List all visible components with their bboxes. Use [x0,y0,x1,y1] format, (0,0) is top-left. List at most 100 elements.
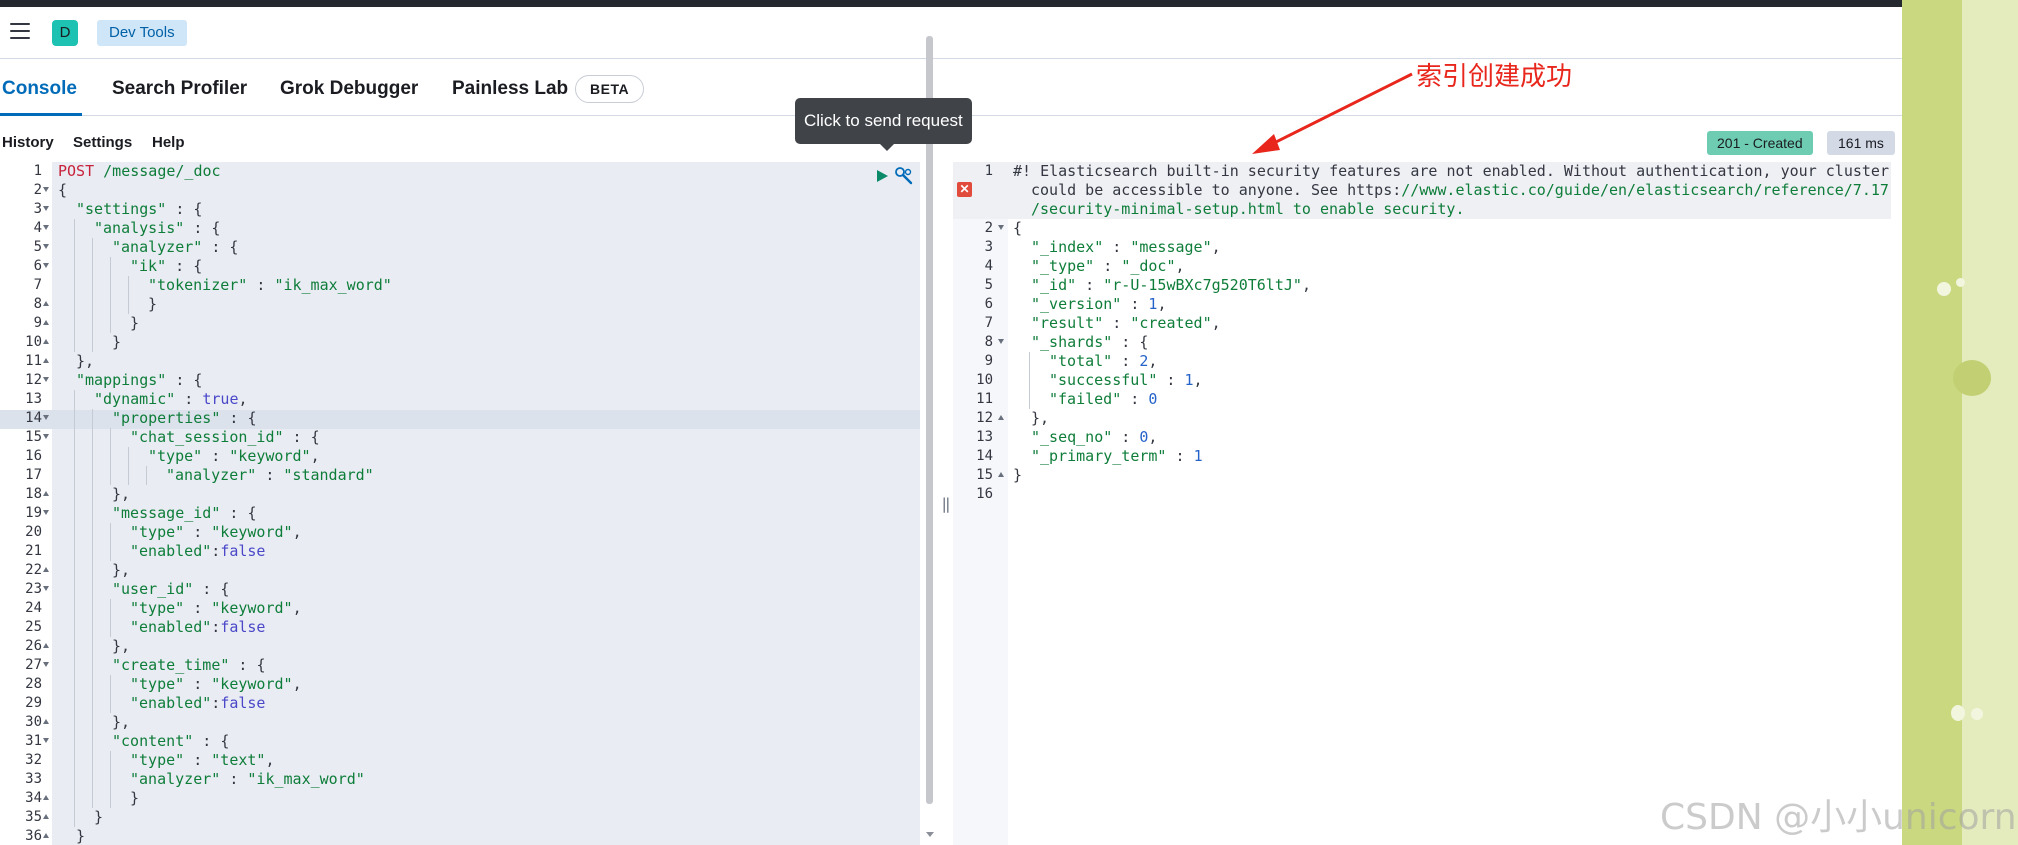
line-number: 4 [33,220,42,236]
code-line: 22}, [0,561,920,580]
code-token: "enabled" [130,542,212,560]
tab-grok-debugger[interactable]: Grok Debugger [280,78,418,100]
fold-toggle-icon[interactable] [43,510,49,515]
fold-toggle-icon[interactable] [43,415,49,420]
line-number: 11 [25,353,42,369]
fold-toggle-icon[interactable] [43,434,49,439]
help-link[interactable]: Help [152,134,185,151]
history-link[interactable]: History [2,134,54,151]
code-token: : { [184,219,221,237]
indent-guide [1029,390,1030,409]
code-token: : [184,675,212,693]
code-text: } [130,314,139,333]
code-token: "type" [130,599,185,617]
line-number: 13 [976,429,993,445]
fold-toggle-icon[interactable] [43,244,49,249]
fold-toggle-icon[interactable] [43,662,49,667]
code-line: 12 "mappings" : { [0,371,920,390]
indent-guide [110,257,111,276]
line-number: 8 [984,334,993,350]
indent-guide [92,238,93,257]
line-number: 30 [25,714,42,730]
code-token: "chat_session_id" [130,428,284,446]
indent-guide [110,751,111,770]
code-line: 3 "_index" : "message", [953,238,1891,257]
space-avatar[interactable]: D [52,20,78,46]
code-line: 15 "chat_session_id" : { [0,428,920,447]
decor-dot [1951,705,1965,721]
fold-end-icon[interactable] [43,339,49,344]
request-scrollbar[interactable] [926,36,933,804]
code-token: , [292,523,302,541]
fold-toggle-icon[interactable] [43,377,49,382]
breadcrumb[interactable]: Dev Tools [97,20,187,46]
tab-console[interactable]: Console [2,78,77,100]
code-text: "successful" : 1, [1049,371,1203,390]
fold-end-icon[interactable] [43,719,49,724]
code-token: "user_id" [112,580,194,598]
tab-search-profiler[interactable]: Search Profiler [112,78,247,100]
code-token: //www.elastic.co/guide/en/elasticsearch/… [1401,181,1889,199]
code-token: "dynamic" [94,390,176,408]
code-text: "analyzer" : "ik_max_word" [130,770,365,789]
fold-end-icon[interactable] [43,567,49,572]
settings-link[interactable]: Settings [73,134,132,151]
line-number: 10 [25,334,42,350]
tab-painless-lab[interactable]: Painless Lab [452,78,568,100]
fold-end-icon[interactable] [43,320,49,325]
indent-guide [74,428,75,447]
fold-end-icon[interactable] [43,795,49,800]
fold-toggle-icon[interactable] [43,586,49,591]
play-icon[interactable] [875,169,889,183]
fold-end-icon[interactable] [43,491,49,496]
fold-end-icon[interactable] [43,301,49,306]
code-text: }, [112,637,130,656]
wrench-icon[interactable] [894,166,914,186]
code-text: }, [1031,409,1049,428]
indent-guide [74,637,75,656]
fold-toggle-icon[interactable] [998,225,1004,230]
code-line: 27 "create_time" : { [0,656,920,675]
indent-guide [74,789,75,808]
code-text: "_id" : "r-U-15wBXc7g520T6ltJ", [1031,276,1311,295]
code-token: : [1121,390,1149,408]
fold-end-icon[interactable] [43,833,49,838]
code-token: : [1076,276,1104,294]
code-token: : { [193,580,230,598]
fold-toggle-icon[interactable] [43,206,49,211]
indent-guide [92,770,93,789]
fold-toggle-icon[interactable] [43,187,49,192]
code-line: could be accessible to anyone. See https… [953,181,1891,200]
line-number: 8 [33,296,42,312]
fold-toggle-icon[interactable] [998,339,1004,344]
indent-guide [92,751,93,770]
scroll-down-icon[interactable] [926,832,934,837]
code-token: "_version" [1031,295,1122,313]
code-token: "ik" [130,257,167,275]
fold-toggle-icon[interactable] [43,263,49,268]
request-editor[interactable]: 1 POST /message/_doc 2{3 "settings" : {4 "an… [0,162,938,845]
fold-toggle-icon[interactable] [43,738,49,743]
code-token: "analysis" [94,219,185,237]
fold-end-icon[interactable] [998,415,1004,420]
resize-grip-icon[interactable]: ‖ [940,494,952,514]
menu-icon[interactable] [10,23,30,41]
code-line: 24 "type" : "keyword", [0,599,920,618]
code-line: 33 "analyzer" : "ik_max_word" [0,770,920,789]
indent-guide [74,713,75,732]
fold-toggle-icon[interactable] [43,225,49,230]
indent-guide [74,523,75,542]
code-token: "total" [1049,352,1113,370]
fold-end-icon[interactable] [43,358,49,363]
code-text: "settings" : { [76,200,202,219]
code-token: : [1094,257,1122,275]
fold-end-icon[interactable] [998,472,1004,477]
indent-guide [92,637,93,656]
decor-dot [1971,708,1983,720]
line-number: 31 [25,733,42,749]
indent-guide [110,675,111,694]
line-number: 13 [25,391,42,407]
fold-end-icon[interactable] [43,814,49,819]
fold-end-icon[interactable] [43,643,49,648]
indent-guide [92,580,93,599]
